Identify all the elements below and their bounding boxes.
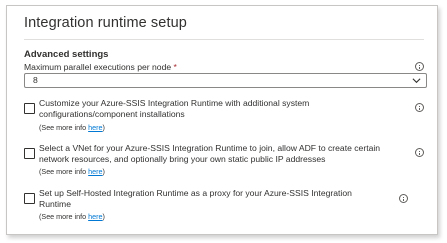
option-text-line: configurations/component installations [39,108,185,119]
see-more-suffix: ) [102,212,105,221]
chevron-down-icon [412,78,421,84]
see-more-suffix: ) [102,167,105,176]
option-text-line: Set up Self-Hosted Integration Runtime a… [39,188,352,198]
vnet-label: Select a VNet for your Azure-SSIS Integr… [39,143,424,164]
see-more-info: (See more info here) [39,123,105,132]
integration-runtime-setup-panel: Integration runtime setup Advanced setti… [6,5,438,235]
see-more-link[interactable]: here [88,167,102,176]
info-icon[interactable] [415,103,424,112]
option-text-line: network resources, and optionally bring … [39,153,326,164]
max-parallel-select[interactable]: 8 [24,73,427,88]
self-hosted-proxy-label: Set up Self-Hosted Integration Runtime a… [39,188,399,209]
customize-setup-checkbox[interactable] [24,103,35,114]
max-parallel-value: 8 [33,75,38,85]
see-more-info: (See more info here) [39,212,105,221]
see-more-suffix: ) [102,123,105,132]
info-icon[interactable] [415,148,424,157]
see-more-info: (See more info here) [39,167,105,176]
customize-setup-label: Customize your Azure-SSIS Integration Ru… [39,98,399,119]
title-divider [24,39,424,40]
info-icon[interactable] [399,194,408,203]
option-text-line: Runtime [39,198,71,209]
see-more-link[interactable]: here [88,212,102,221]
max-parallel-label: Maximum parallel executions per node * [24,62,177,72]
see-more-prefix: (See more info [39,167,89,176]
see-more-prefix: (See more info [39,212,89,221]
self-hosted-proxy-checkbox[interactable] [24,193,35,204]
option-text-line: Customize your Azure-SSIS Integration Ru… [39,98,310,108]
info-icon[interactable] [415,62,424,71]
see-more-prefix: (See more info [39,123,89,132]
required-marker: * [173,62,177,72]
see-more-link[interactable]: here [88,123,102,132]
vnet-checkbox[interactable] [24,148,35,159]
option-text-line: Select a VNet for your Azure-SSIS Integr… [39,143,381,153]
panel-title: Integration runtime setup [24,15,187,31]
max-parallel-label-text: Maximum parallel executions per node [24,62,172,72]
advanced-settings-heading: Advanced settings [24,49,109,60]
